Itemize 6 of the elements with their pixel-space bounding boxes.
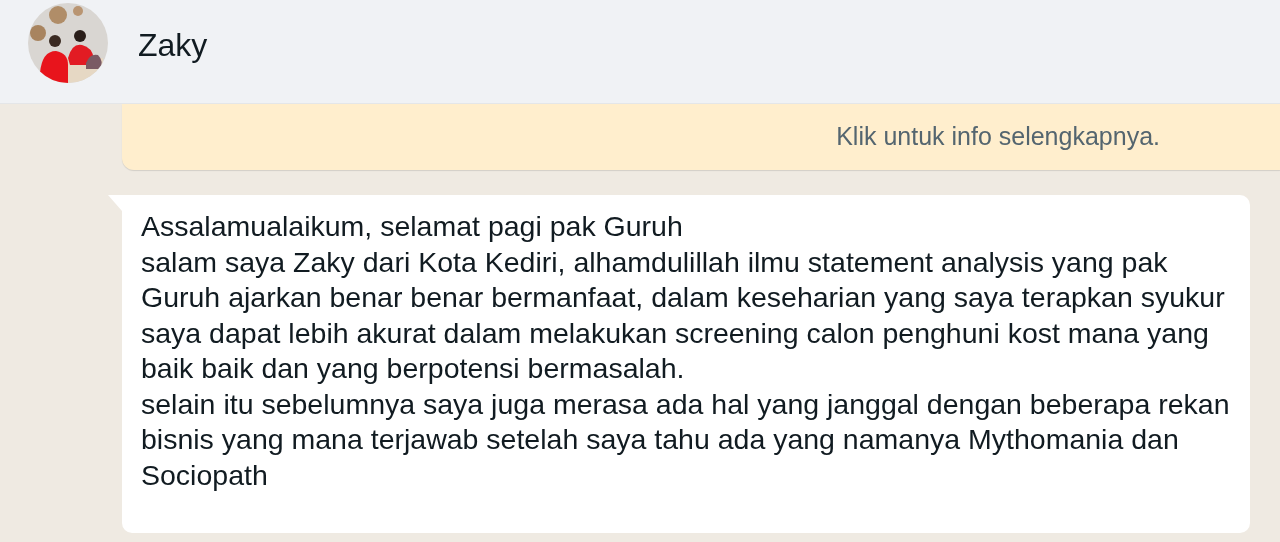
message-text: salam saya Zaky dari Kota Kediri, alhamdulillah ilmu statement analysis yang pak Guruh ajarkan benar benar bermanfaat, dalam keseharian yang saya terapkan syukur saya dapat lebih akurat dalam melakukan screening calon penghuni kost mana yang baik baik dan yang berpotensi bermasalah.	[141, 244, 1226, 386]
message-text: Assalamualaikum, selamat pagi pak Guruh	[141, 209, 684, 244]
encryption-notice[interactable]: Klik untuk info selengkapnya.	[122, 104, 1280, 170]
notice-text: Klik untuk info selengkapnya.	[836, 122, 1160, 151]
contact-name: Zaky	[138, 27, 208, 64]
message-text: selain itu sebelumnya saya juga merasa ada hal yang janggal dengan beberapa rekan bisnis yang mana terjawab setelah saya tahu ada yang namanya Mythomania dan Sociopath	[141, 386, 1230, 493]
